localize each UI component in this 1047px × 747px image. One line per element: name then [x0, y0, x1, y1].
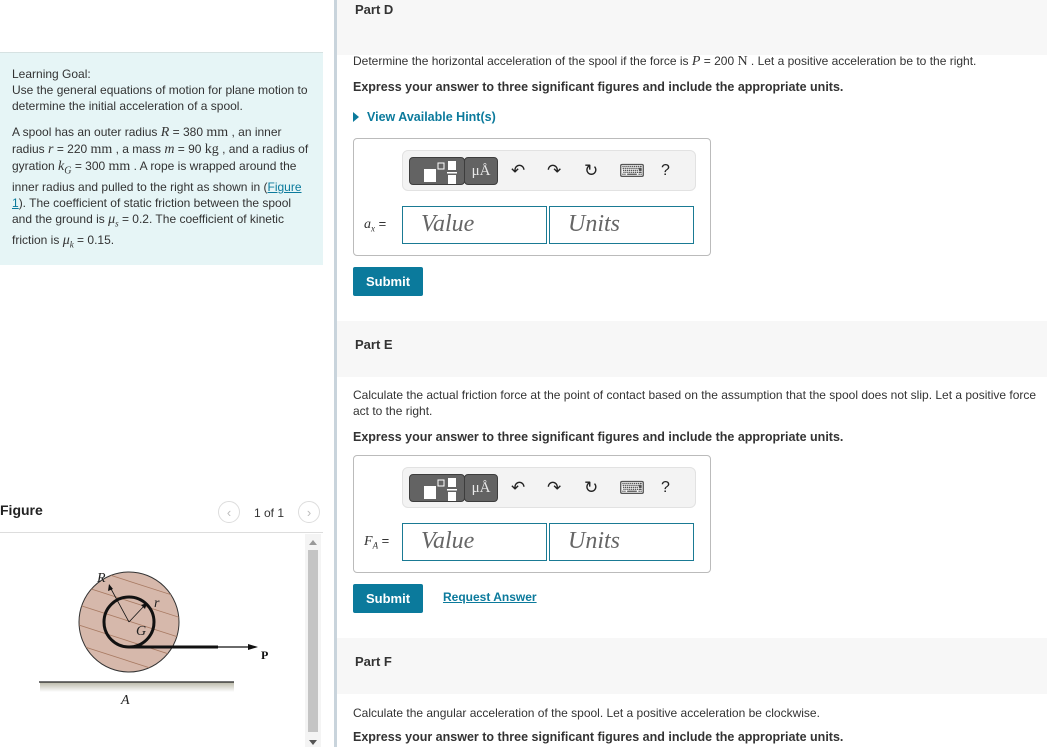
caret-right-icon [353, 112, 359, 122]
math-symbol: F [364, 534, 373, 549]
fraction-template-icon [424, 478, 457, 501]
text: = [375, 216, 387, 231]
help-icon[interactable]: ? [661, 478, 670, 498]
value-input[interactable]: Value [402, 206, 547, 244]
label-R: R [96, 571, 106, 586]
text: = 380 [169, 125, 207, 139]
unit: N [737, 54, 748, 69]
reset-icon[interactable]: ↻ [584, 478, 598, 498]
templates-button[interactable] [409, 474, 465, 502]
scrollbar-thumb[interactable] [308, 550, 318, 732]
label-P: P [261, 648, 268, 662]
unit: kg [204, 142, 219, 157]
value-input[interactable]: Value [402, 523, 547, 561]
unit: mm [90, 142, 113, 157]
left-panel: Learning Goal: Use the general equations… [0, 0, 323, 747]
label-r: r [154, 596, 160, 611]
keyboard-icon[interactable]: ⌨ [619, 161, 645, 181]
variable-label: ax = [364, 216, 386, 234]
part-d-question: Determine the horizontal acceleration of… [353, 53, 976, 70]
text: . Let a positive acceleration be to the … [747, 54, 977, 68]
undo-icon[interactable]: ↶ [511, 161, 525, 181]
part-e-instructions: Express your answer to three significant… [353, 430, 844, 444]
part-f-header[interactable]: Part F [337, 638, 1047, 694]
figure-scrollbar[interactable] [305, 534, 321, 747]
force-arrow-head [248, 644, 258, 650]
part-d-answer-box: μÅ ↶ ↷ ↻ ⌨ ? ax = Value Units [353, 138, 711, 256]
label-G: G [136, 624, 146, 639]
units-button[interactable]: μÅ [464, 474, 498, 502]
text: A spool has an outer radius [12, 125, 161, 139]
text: = 90 [174, 142, 205, 156]
right-panel: Part D Determine the horizontal accelera… [337, 0, 1047, 747]
part-d-submit-button[interactable]: Submit [353, 267, 423, 296]
figure-image: R r G P A [0, 534, 305, 747]
part-e-answer-row: FA = Value Units [354, 523, 712, 561]
part-f-instructions: Express your answer to three significant… [353, 730, 844, 744]
part-d-instructions: Express your answer to three significant… [353, 80, 844, 94]
figure-header: Figure ‹ 1 of 1 › [0, 497, 323, 533]
chevron-left-icon: ‹ [226, 504, 232, 520]
math-symbol: m [164, 142, 175, 157]
units-input[interactable]: Units [549, 206, 694, 244]
help-icon[interactable]: ? [661, 161, 670, 181]
text: = 0.15. [73, 232, 115, 247]
text: = [378, 533, 390, 548]
scroll-down-arrow-icon[interactable] [309, 740, 317, 745]
part-f-question: Calculate the angular acceleration of th… [353, 706, 820, 720]
undo-icon[interactable]: ↶ [511, 478, 525, 498]
templates-button[interactable] [409, 157, 465, 185]
previous-figure-button[interactable]: ‹ [218, 501, 240, 523]
text: , a mass [112, 142, 165, 156]
figure-title: Figure [0, 502, 43, 518]
part-d-answer-row: ax = Value Units [354, 206, 712, 244]
learning-goal-panel: Learning Goal: Use the general equations… [0, 52, 323, 265]
units-input[interactable]: Units [549, 523, 694, 561]
part-e-title: Part E [355, 337, 393, 352]
fraction-template-icon [424, 161, 457, 184]
figure-pager: 1 of 1 [254, 506, 285, 520]
math-toolbar: μÅ ↶ ↷ ↻ ⌨ ? [402, 150, 696, 191]
redo-icon[interactable]: ↷ [547, 478, 561, 498]
part-d-header[interactable]: Part D [337, 0, 1047, 55]
scroll-up-arrow-icon[interactable] [309, 540, 317, 545]
part-f-title: Part F [355, 654, 392, 669]
part-e-answer-box: μÅ ↶ ↷ ↻ ⌨ ? FA = Value Units [353, 455, 711, 573]
part-e-header[interactable]: Part E [337, 321, 1047, 377]
variable-label: FA = [364, 533, 389, 551]
spool-diagram: R r G P A [39, 571, 268, 708]
part-e-submit-button[interactable]: Submit [353, 584, 423, 613]
math-symbol: a [364, 217, 371, 232]
text: Determine the horizontal acceleration of… [353, 54, 692, 68]
units-button[interactable]: μÅ [464, 157, 498, 185]
part-d-title: Part D [355, 2, 394, 17]
ground-shadow [40, 682, 234, 692]
part-e-question: Calculate the actual friction force at t… [353, 388, 1037, 418]
next-figure-button[interactable]: › [298, 501, 320, 523]
reset-icon[interactable]: ↻ [584, 161, 598, 181]
learning-goal-title: Learning Goal: [12, 67, 91, 81]
unit: mm [108, 159, 131, 174]
text: = 300 [71, 159, 109, 173]
text: = 220 [53, 142, 91, 156]
problem-statement: A spool has an outer radius R = 380 mm ,… [12, 124, 311, 252]
redo-icon[interactable]: ↷ [547, 161, 561, 181]
hint-label: View Available Hint(s) [367, 110, 496, 124]
text: = 200 [700, 54, 738, 68]
math-symbol: μ [62, 232, 70, 248]
label-A: A [120, 693, 130, 708]
request-answer-link[interactable]: Request Answer [443, 590, 537, 604]
math-toolbar: μÅ ↶ ↷ ↻ ⌨ ? [402, 467, 696, 508]
learning-goal-text: Use the general equations of motion for … [12, 83, 308, 113]
chevron-right-icon: › [306, 504, 312, 520]
view-hints-toggle[interactable]: View Available Hint(s) [353, 110, 496, 124]
unit: mm [206, 125, 229, 140]
keyboard-icon[interactable]: ⌨ [619, 478, 645, 498]
